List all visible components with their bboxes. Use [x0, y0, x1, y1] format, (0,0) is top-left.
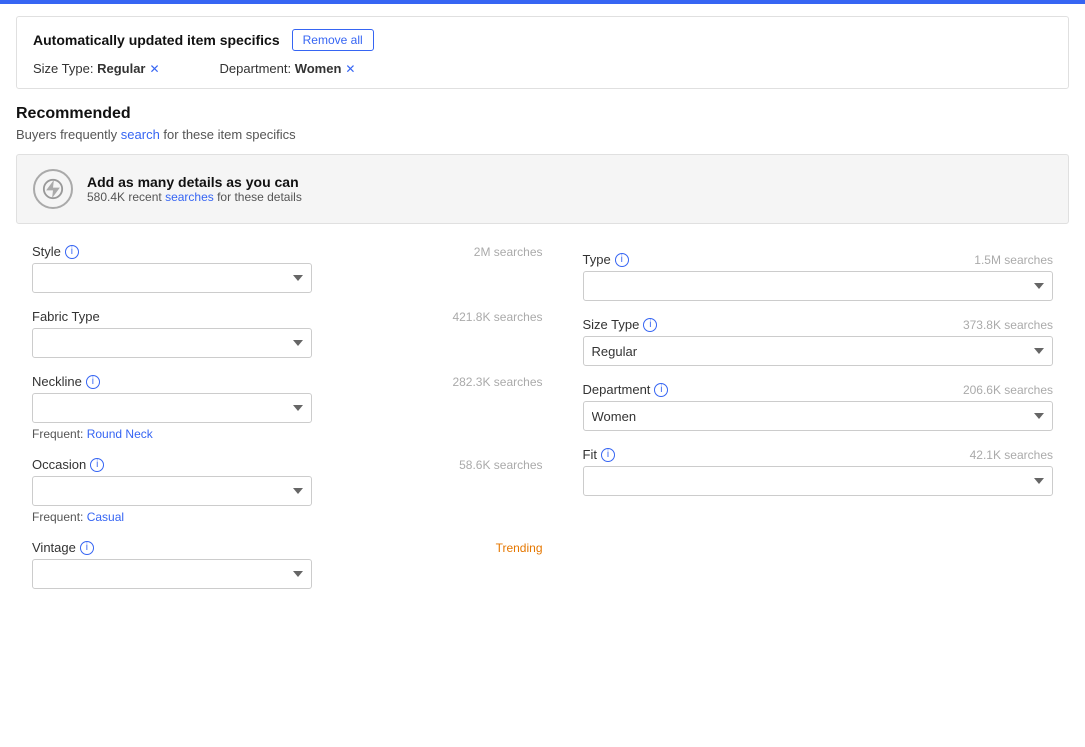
- style-searches: 2M searches: [474, 245, 543, 259]
- neckline-searches: 282.3K searches: [452, 375, 542, 389]
- fit-select[interactable]: [583, 466, 1054, 496]
- left-column: Style i 2M searches Fabric Type 421.8K s…: [32, 244, 543, 605]
- tag-size-type-value: Regular: [97, 61, 145, 76]
- size-type-info-icon[interactable]: i: [643, 318, 657, 332]
- top-bar: [0, 0, 1085, 4]
- vintage-field-header: Vintage i Trending: [32, 540, 543, 555]
- type-select-wrapper: [583, 271, 1054, 301]
- fit-field-row: Fit i 42.1K searches: [583, 447, 1054, 496]
- size-type-label: Size Type i: [583, 317, 658, 332]
- recommended-section: Recommended Buyers frequently search for…: [16, 105, 1069, 605]
- department-label: Department i: [583, 382, 669, 397]
- lightning-icon: [33, 169, 73, 209]
- occasion-field-header: Occasion i 58.6K searches: [32, 457, 543, 472]
- occasion-frequent-link[interactable]: Casual: [87, 510, 124, 524]
- size-type-select-wrapper: Regular: [583, 336, 1054, 366]
- remove-all-button[interactable]: Remove all: [292, 29, 374, 51]
- info-banner-main: Add as many details as you can: [87, 174, 302, 190]
- vintage-select[interactable]: [32, 559, 312, 589]
- neckline-info-icon[interactable]: i: [86, 375, 100, 389]
- neckline-select-wrapper: [32, 393, 312, 423]
- style-info-icon[interactable]: i: [65, 245, 79, 259]
- vintage-select-wrapper: [32, 559, 312, 589]
- recommended-subtitle: Buyers frequently search for these item …: [16, 127, 1069, 142]
- auto-update-header: Automatically updated item specifics Rem…: [33, 29, 1052, 51]
- occasion-label: Occasion i: [32, 457, 104, 472]
- fabric-type-field-row: Fabric Type 421.8K searches: [32, 309, 543, 358]
- department-searches: 206.6K searches: [963, 383, 1053, 397]
- occasion-info-icon[interactable]: i: [90, 458, 104, 472]
- neckline-field-header: Neckline i 282.3K searches: [32, 374, 543, 389]
- vintage-info-icon[interactable]: i: [80, 541, 94, 555]
- vintage-field-row: Vintage i Trending: [32, 540, 543, 589]
- neckline-frequent: Frequent: Round Neck: [32, 427, 543, 441]
- style-field-row: Style i 2M searches: [32, 244, 543, 293]
- neckline-label: Neckline i: [32, 374, 100, 389]
- info-banner: Add as many details as you can 580.4K re…: [16, 154, 1069, 224]
- type-field-row: Type i 1.5M searches: [583, 252, 1054, 301]
- neckline-select[interactable]: [32, 393, 312, 423]
- size-type-field-header: Size Type i 373.8K searches: [583, 317, 1054, 332]
- searches-highlight: searches: [165, 190, 214, 204]
- fabric-type-select-wrapper: [32, 328, 312, 358]
- tag-size-type: Size Type: Regular ✕: [33, 61, 160, 76]
- fit-field-header: Fit i 42.1K searches: [583, 447, 1054, 462]
- recommended-title: Recommended: [16, 105, 1069, 123]
- fabric-type-searches: 421.8K searches: [452, 310, 542, 324]
- fit-info-icon[interactable]: i: [601, 448, 615, 462]
- fit-label: Fit i: [583, 447, 615, 462]
- type-searches: 1.5M searches: [974, 253, 1053, 267]
- type-label: Type i: [583, 252, 629, 267]
- style-select[interactable]: [32, 263, 312, 293]
- style-select-wrapper: [32, 263, 312, 293]
- tag-department-close[interactable]: ✕: [345, 62, 355, 76]
- fabric-type-select[interactable]: [32, 328, 312, 358]
- auto-update-section: Automatically updated item specifics Rem…: [16, 16, 1069, 89]
- type-info-icon[interactable]: i: [615, 253, 629, 267]
- fit-select-wrapper: [583, 466, 1054, 496]
- vintage-trending: Trending: [496, 541, 543, 555]
- info-banner-sub: 580.4K recent searches for these details: [87, 190, 302, 204]
- neckline-frequent-link[interactable]: Round Neck: [87, 427, 153, 441]
- size-type-select[interactable]: Regular: [583, 336, 1054, 366]
- type-field-header: Type i 1.5M searches: [583, 252, 1054, 267]
- fit-searches: 42.1K searches: [970, 448, 1053, 462]
- department-select-wrapper: Women: [583, 401, 1054, 431]
- department-field-row: Department i 206.6K searches Women: [583, 382, 1054, 431]
- department-select[interactable]: Women: [583, 401, 1054, 431]
- department-field-header: Department i 206.6K searches: [583, 382, 1054, 397]
- size-type-searches: 373.8K searches: [963, 318, 1053, 332]
- tags-row: Size Type: Regular✕ Department: Women✕: [33, 61, 1052, 76]
- tag-department-value: Women: [295, 61, 342, 76]
- type-select[interactable]: [583, 271, 1054, 301]
- neckline-field-row: Neckline i 282.3K searches Frequent: Rou…: [32, 374, 543, 441]
- style-field-header: Style i 2M searches: [32, 244, 543, 259]
- tag-size-type-close[interactable]: ✕: [149, 62, 159, 76]
- fabric-type-field-header: Fabric Type 421.8K searches: [32, 309, 543, 324]
- occasion-field-row: Occasion i 58.6K searches Frequent: Casu…: [32, 457, 543, 524]
- occasion-select-wrapper: [32, 476, 312, 506]
- auto-update-title: Automatically updated item specifics: [33, 32, 280, 48]
- info-banner-text: Add as many details as you can 580.4K re…: [87, 174, 302, 204]
- fabric-type-label: Fabric Type: [32, 309, 100, 324]
- size-type-field-row: Size Type i 373.8K searches Regular: [583, 317, 1054, 366]
- occasion-frequent: Frequent: Casual: [32, 510, 543, 524]
- style-label: Style i: [32, 244, 79, 259]
- occasion-searches: 58.6K searches: [459, 458, 542, 472]
- tag-department: Department: Women✕: [220, 61, 356, 76]
- department-info-icon[interactable]: i: [654, 383, 668, 397]
- search-link[interactable]: search: [121, 127, 160, 142]
- tag-department-label: Department:: [220, 61, 295, 76]
- fields-grid: Style i 2M searches Fabric Type 421.8K s…: [32, 244, 1053, 605]
- vintage-label: Vintage i: [32, 540, 94, 555]
- right-column: Type i 1.5M searches Size Type i: [543, 244, 1054, 605]
- tag-size-type-label: Size Type:: [33, 61, 97, 76]
- occasion-select[interactable]: [32, 476, 312, 506]
